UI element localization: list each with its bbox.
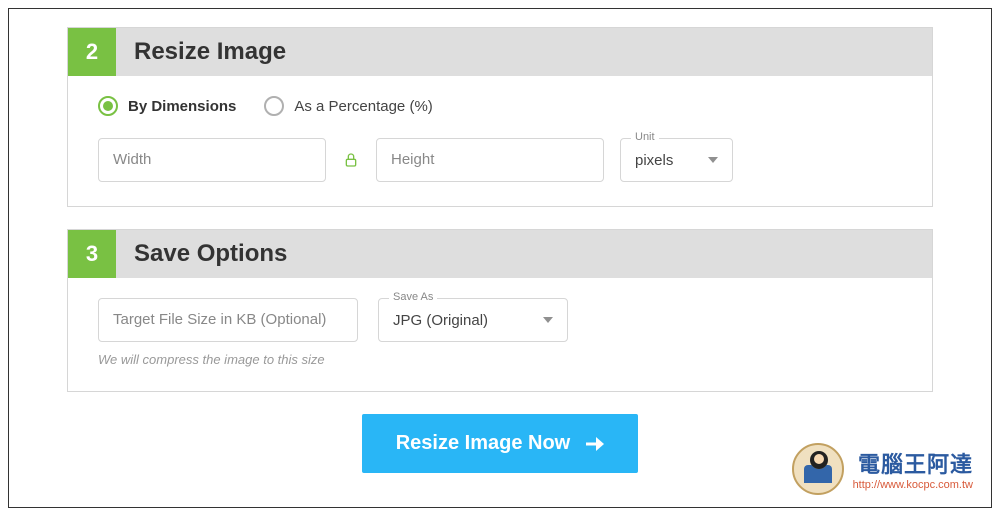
step-number-2: 2 [68,28,116,76]
radio-by-dimensions[interactable] [98,96,118,116]
width-field[interactable] [98,138,326,182]
compress-hint: We will compress the image to this size [98,352,902,367]
saveas-value: JPG (Original) [393,312,531,329]
watermark-url: http://www.kocpc.com.tw [853,479,973,491]
height-field[interactable] [376,138,604,182]
unit-select[interactable]: Unit pixels [620,138,733,182]
section-body: Save As JPG (Original) We will compress … [68,278,932,391]
saveas-select[interactable]: Save As JPG (Original) [378,298,568,342]
radio-as-percentage[interactable] [264,96,284,116]
filesize-input[interactable] [99,299,357,340]
section-header: 2 Resize Image [68,28,932,76]
radio-label-dimensions[interactable]: By Dimensions [128,98,236,115]
caret-down-icon [708,157,718,163]
width-input[interactable] [99,139,325,180]
section-header: 3 Save Options [68,230,932,278]
section-resize-image: 2 Resize Image By Dimensions As a Percen… [67,27,933,207]
resize-now-button[interactable]: Resize Image Now [362,414,639,473]
saveas-label: Save As [389,291,437,303]
section-save-options: 3 Save Options Save As JPG (Original) We… [67,229,933,392]
filesize-field[interactable] [98,298,358,342]
caret-down-icon [543,317,553,323]
resize-now-label: Resize Image Now [396,432,571,455]
radio-label-percentage[interactable]: As a Percentage (%) [294,98,432,115]
unit-value: pixels [635,152,696,169]
height-input[interactable] [377,139,603,180]
arrow-right-icon [586,437,604,451]
step-number-3: 3 [68,230,116,278]
lock-icon[interactable] [342,151,360,169]
unit-label: Unit [631,131,659,143]
cta-row: Resize Image Now [67,414,933,473]
section-title: Resize Image [116,28,286,76]
section-title: Save Options [116,230,287,278]
section-body: By Dimensions As a Percentage (%) [68,76,932,206]
